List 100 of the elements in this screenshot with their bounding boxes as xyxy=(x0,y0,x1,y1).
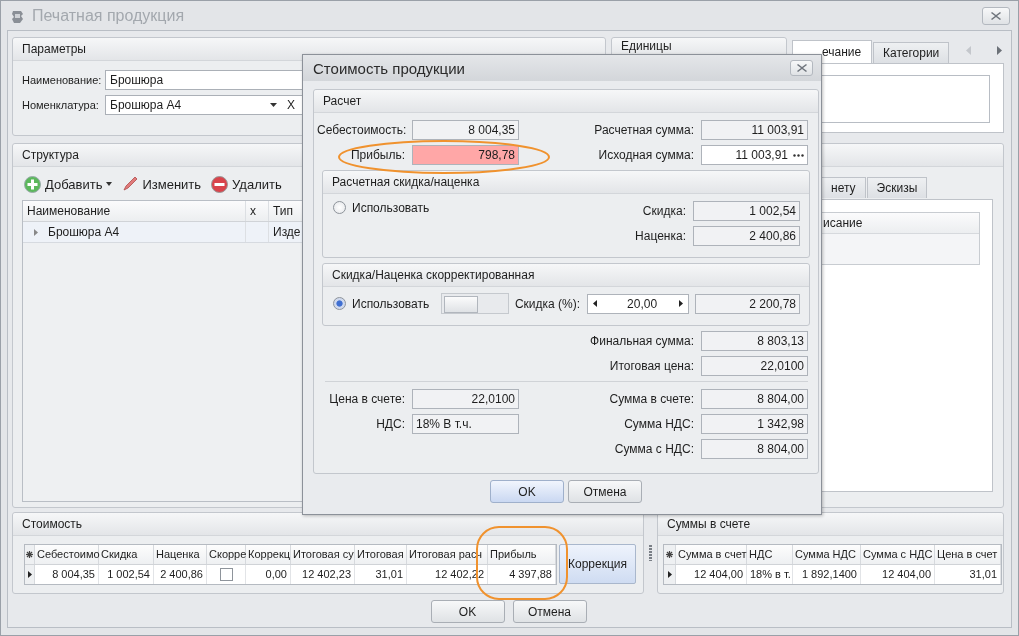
correction-button[interactable]: Коррекция xyxy=(559,544,636,584)
column-header[interactable]: Наценка xyxy=(154,545,207,564)
table-cell-text: Брошюра А4 xyxy=(48,224,120,241)
field-label: Итоговая цена: xyxy=(609,359,694,373)
dialog-button[interactable]: OK xyxy=(430,600,505,623)
column-header[interactable]: x xyxy=(246,201,269,221)
panel-title: Расчет xyxy=(314,90,818,113)
increment-icon[interactable] xyxy=(679,300,684,307)
field-label: НДС: xyxy=(375,417,405,431)
caret-icon[interactable] xyxy=(270,103,277,107)
panel-title: Стоимость xyxy=(13,513,643,536)
column-header[interactable]: исание xyxy=(823,216,863,230)
field-label: Себестоимость: xyxy=(317,123,405,137)
close-icon xyxy=(991,11,1001,20)
table-cell: 12 404,00 xyxy=(676,565,747,584)
column-header[interactable]: Сумма НДС xyxy=(793,545,861,564)
column-header[interactable]: Прибыль xyxy=(488,545,556,564)
panel-title: Скидка/Наценка скорректированная xyxy=(323,264,809,287)
dialog-button[interactable]: Отмена xyxy=(568,480,642,503)
ellipsis-button[interactable] xyxy=(793,153,804,157)
value-field[interactable]: 11 003,91 xyxy=(701,145,808,165)
toolbar-button[interactable]: Удалить xyxy=(209,175,284,193)
panel-title: Расчетная скидка/наценка xyxy=(323,171,809,194)
field-label: Расчетная сумма: xyxy=(594,123,694,137)
column-header[interactable]: НДС xyxy=(747,545,793,564)
column-header[interactable]: Коррекц xyxy=(246,545,291,564)
radio-button[interactable]: Использовать xyxy=(333,201,430,217)
splitter-grip[interactable] xyxy=(649,545,652,561)
table-cell: 1 002,54 xyxy=(99,565,154,584)
expand-icon[interactable] xyxy=(33,228,39,236)
spin-field[interactable]: 20,00 xyxy=(587,293,690,314)
column-header[interactable]: Скорре xyxy=(207,545,246,564)
row-pointer-icon xyxy=(667,571,672,578)
toggle-switch[interactable] xyxy=(441,293,509,314)
value-field[interactable]: 1 002,54 xyxy=(693,201,800,221)
asterisk-icon xyxy=(26,551,33,558)
value-field[interactable]: 798,78 xyxy=(412,145,519,165)
table-cell: 4 397,88 xyxy=(488,565,556,584)
value-field[interactable]: 8 804,00 xyxy=(701,389,808,409)
table-cell: 12 404,00 xyxy=(861,565,935,584)
asterisk-icon xyxy=(666,551,673,558)
close-button[interactable] xyxy=(790,60,813,76)
value-field[interactable]: 8 004,35 xyxy=(412,120,519,140)
field-label: Финальная сумма: xyxy=(590,334,694,348)
checkbox[interactable] xyxy=(219,568,233,581)
field-label: Наценка: xyxy=(634,229,686,243)
scroll-right-icon[interactable] xyxy=(997,46,1003,55)
value-field[interactable]: 8 804,00 xyxy=(701,439,808,459)
panel-title: Суммы в счете xyxy=(658,513,1003,536)
field-label: Скидка (%): xyxy=(514,296,581,311)
field-label: Наименование: xyxy=(22,74,103,86)
value-field[interactable]: 18% В т.ч. xyxy=(412,414,519,434)
table-cell: 31,01 xyxy=(355,565,407,584)
column-header[interactable]: Сумма с НДС xyxy=(861,545,935,564)
value-field[interactable]: 22,0100 xyxy=(701,356,808,376)
value-field[interactable]: 2 400,86 xyxy=(693,226,800,246)
close-icon xyxy=(796,64,807,72)
plus-icon xyxy=(24,175,41,193)
value-field[interactable]: 11 003,91 xyxy=(701,120,808,140)
table-cell: 31,01 xyxy=(935,565,1001,584)
column-header[interactable]: Скидка xyxy=(99,545,154,564)
column-header[interactable]: Итоговая xyxy=(355,545,407,564)
field-label: Цена в счете: xyxy=(328,392,405,406)
tab[interactable]: Категории xyxy=(873,42,950,63)
field-label: Прибыль: xyxy=(349,148,405,162)
minus-icon xyxy=(211,175,229,193)
table-cell: 0,00 xyxy=(246,565,291,584)
table-cell: 1 892,1400 xyxy=(793,565,861,584)
tab[interactable]: нету xyxy=(821,177,866,198)
column-header[interactable]: Сумма в счет xyxy=(676,545,747,564)
column-header[interactable]: Итоговая су xyxy=(291,545,355,564)
toolbar-button[interactable]: Изменить xyxy=(120,176,204,192)
toolbar-button[interactable]: Добавить xyxy=(22,175,115,193)
table-cell: 12 402,23 xyxy=(291,565,355,584)
tab[interactable]: Эскизы xyxy=(866,177,928,198)
table-cell: 18% в т. xyxy=(747,565,793,584)
value-field[interactable]: 8 803,13 xyxy=(701,331,808,351)
field-label: Сумма с НДС: xyxy=(614,442,694,456)
dialog-button[interactable]: Отмена xyxy=(512,600,587,623)
caret-icon xyxy=(106,182,113,186)
radio-button[interactable]: Использовать xyxy=(333,295,430,312)
value-field[interactable]: 2 200,78 xyxy=(695,293,800,314)
field-label: Сумма в счете: xyxy=(609,392,694,406)
table-cell-text: Изде xyxy=(273,224,301,241)
pencil-icon xyxy=(122,176,139,192)
decrement-icon[interactable] xyxy=(593,300,598,307)
value-field[interactable]: 1 342,98 xyxy=(701,414,808,434)
field-label: Скидка: xyxy=(641,204,686,218)
column-header[interactable]: Себестоимо xyxy=(35,545,99,564)
field-label: Сумма НДС: xyxy=(624,417,694,431)
table-cell: 8 004,35 xyxy=(35,565,99,584)
field-label: Номенклатура: xyxy=(22,99,100,111)
table-cell: 2 400,86 xyxy=(154,565,207,584)
row-pointer-icon xyxy=(27,571,32,578)
value-field[interactable]: 22,0100 xyxy=(412,389,519,409)
close-button[interactable] xyxy=(982,6,1010,25)
column-header[interactable]: Наименование xyxy=(23,201,246,221)
column-header[interactable]: Цена в счет xyxy=(935,545,1001,564)
dialog-button[interactable]: OK xyxy=(490,480,564,503)
clear-button[interactable]: X xyxy=(287,98,295,112)
